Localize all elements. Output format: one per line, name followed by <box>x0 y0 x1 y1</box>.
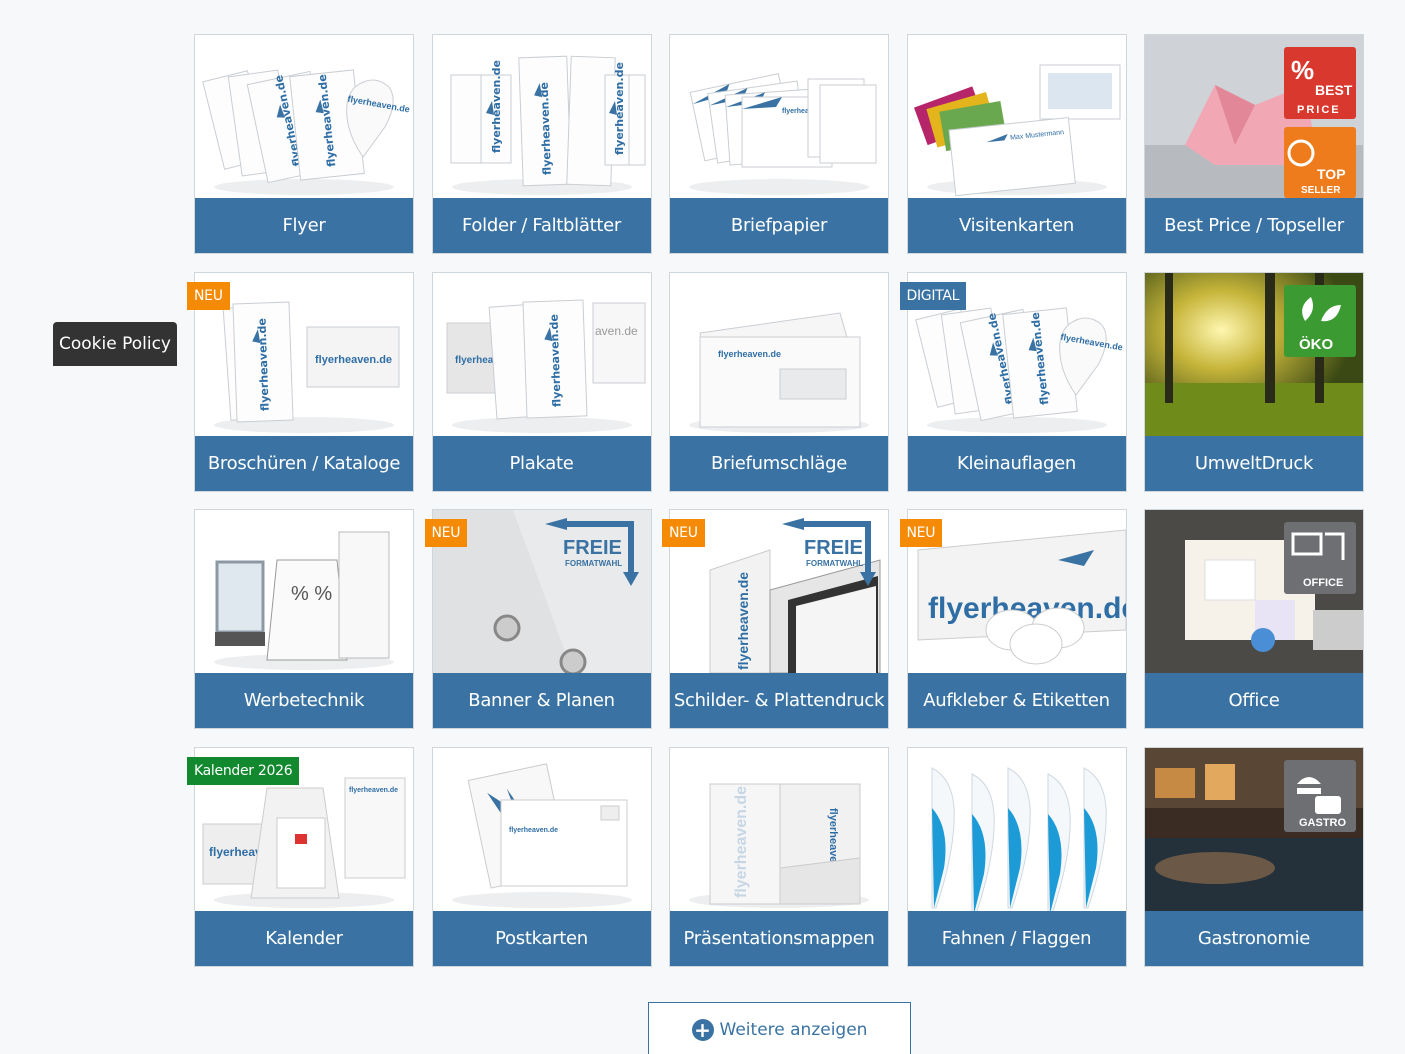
category-label[interactable]: Plakate <box>432 435 651 491</box>
category-card[interactable]: ÖKO UmweltDruck <box>1144 271 1364 492</box>
category-card[interactable]: flyerheaven.de flyerheaven.de Kalender Kal… <box>187 746 414 967</box>
category-badge: NEU <box>662 519 705 547</box>
show-more-label: Weitere anzeigen <box>719 1019 868 1040</box>
brand-text: flyerheaven.de <box>509 827 558 834</box>
category-grid: flyerheaven.de flyerheaven.de flyerheave… <box>187 34 1364 967</box>
svg-text:aven.de: aven.de <box>595 324 638 338</box>
flag-image <box>907 747 1126 911</box>
origami-pig-image: % BEST PRICE TOP SELLER <box>1145 35 1363 198</box>
category-label[interactable]: Kalender <box>195 910 413 966</box>
category-card[interactable]: FREIE FORMATWAHL Banner & Planen NEU <box>424 509 652 729</box>
category-card[interactable]: flyerheaven.de FREIE FORMATWAHL Schilder-… <box>662 509 889 729</box>
category-label[interactable]: Briefpapier <box>670 198 888 253</box>
svg-text:% %: % % <box>291 583 332 605</box>
plus-circle-icon: + <box>691 1018 714 1041</box>
category-badge: Kalender 2026 <box>187 756 300 785</box>
brand-text: flyerheaven.de <box>718 349 781 359</box>
flyer-stack-image: flyerheaven.de flyerheaven.de flyerheave… <box>195 35 413 198</box>
category-card[interactable]: OFFICE Office <box>1144 509 1364 729</box>
show-more-button[interactable]: + Weitere anzeigen <box>648 1002 911 1054</box>
category-label[interactable]: Visitenkarten <box>907 198 1126 253</box>
category-label[interactable]: Aufkleber & Etiketten <box>907 673 1126 728</box>
category-label[interactable]: Folder / Faltblätter <box>432 198 651 253</box>
folded-leaflet-image: flyerheaven.de flyerheaven.de flyerheave… <box>432 35 651 198</box>
svg-text:%: % <box>1291 55 1314 85</box>
postcard-image: flyerheaven.de <box>432 747 651 911</box>
category-card[interactable]: Max Mustermann Visitenkarten <box>906 34 1127 254</box>
overlay-label: TOP <box>1317 166 1346 182</box>
category-badge: DIGITAL <box>899 281 967 310</box>
category-label[interactable]: Best Price / Topseller <box>1145 198 1363 253</box>
category-card[interactable]: flyerheaven.de flyerheaven.de Broschüren … <box>187 271 414 492</box>
category-label[interactable]: Postkarten <box>432 910 651 966</box>
category-badge: NEU <box>424 519 468 547</box>
category-label[interactable]: Banner & Planen <box>432 673 651 728</box>
category-card[interactable]: flyerheaven.de flyerheaven.de flyerheave… <box>431 34 652 254</box>
envelope-image: flyerheaven.de <box>670 272 888 436</box>
brand-text: flyerheaven.de <box>733 785 750 897</box>
office-desk-image: OFFICE <box>1145 510 1363 673</box>
category-label[interactable]: Gastronomie <box>1145 910 1363 966</box>
cookie-policy-button[interactable]: Cookie Policy <box>53 322 177 366</box>
forest-image: ÖKO <box>1145 272 1363 436</box>
category-card[interactable]: flyerheaven.de flyerheaven.de flyerheave… <box>194 34 414 254</box>
overlay-label: FREIE <box>804 537 863 559</box>
category-label[interactable]: Office <box>1145 673 1363 728</box>
overlay-label: FREIE <box>563 537 622 559</box>
category-card[interactable]: flyerheaven.de flyerheaven.de flyerheave… <box>899 271 1127 492</box>
overlay-label: PRICE <box>1297 104 1341 116</box>
category-card[interactable]: flyerheaven.de Aufkleber & Etiketten NEU <box>899 509 1127 729</box>
category-card[interactable]: Fahnen / Flaggen <box>906 746 1127 967</box>
category-card[interactable]: flyerheaven.de Postkarten <box>431 746 652 967</box>
category-card[interactable]: flyerheaven.de flyerheaven.de aven.de Pla… <box>431 271 652 492</box>
folder-portfolio-image: flyerheaven.de flyerheaven.de <box>670 747 888 911</box>
restaurant-image: GASTRO <box>1145 747 1363 911</box>
category-label[interactable]: Flyer <box>195 198 413 253</box>
overlay-label: FORMATWAHL <box>806 559 863 568</box>
category-badge: NEU <box>187 281 230 310</box>
category-card[interactable]: % BEST PRICE TOP SELLER Best Price / Tops… <box>1144 34 1364 254</box>
category-label[interactable]: Präsentationsmappen <box>670 910 888 966</box>
category-label[interactable]: Briefumschläge <box>670 435 888 491</box>
category-badge: NEU <box>899 519 943 547</box>
category-label[interactable]: Fahnen / Flaggen <box>907 910 1126 966</box>
brand-text: flyerheaven.de <box>735 572 751 670</box>
overlay-label: ÖKO <box>1299 336 1334 353</box>
category-label[interactable]: Kleinauflagen <box>907 435 1126 491</box>
category-card[interactable]: flyerheaven.de flyerheaven.de flyerheave… <box>669 34 889 254</box>
category-card[interactable]: GASTRO Gastronomie <box>1144 746 1364 967</box>
category-card[interactable]: % % Werbetechnik <box>194 509 414 729</box>
brand-text: flyerheaven.de <box>349 787 398 794</box>
overlay-label: FORMATWAHL <box>565 559 622 568</box>
brand-text: flyerheaven.de <box>315 354 392 366</box>
category-label[interactable]: Werbetechnik <box>195 673 413 728</box>
category-label[interactable]: Broschüren / Kataloge <box>195 435 413 491</box>
poster-image: flyerheaven.de flyerheaven.de aven.de <box>432 272 651 436</box>
category-card[interactable]: flyerheaven.de flyerheaven.de Präsentati… <box>669 746 889 967</box>
category-card[interactable]: flyerheaven.de Briefumschläge <box>669 271 889 492</box>
overlay-label: OFFICE <box>1303 577 1343 589</box>
category-label[interactable]: UmweltDruck <box>1145 435 1363 491</box>
overlay-label: BEST <box>1315 82 1353 98</box>
letterhead-image: flyerheaven.de flyerheaven.de flyerheave… <box>670 35 888 198</box>
overlay-label: GASTRO <box>1299 817 1347 829</box>
business-card-image: Max Mustermann <box>907 35 1126 198</box>
category-label[interactable]: Schilder- & Plattendruck <box>670 673 888 728</box>
signage-image: % % <box>195 510 413 673</box>
overlay-label: SELLER <box>1301 185 1341 196</box>
